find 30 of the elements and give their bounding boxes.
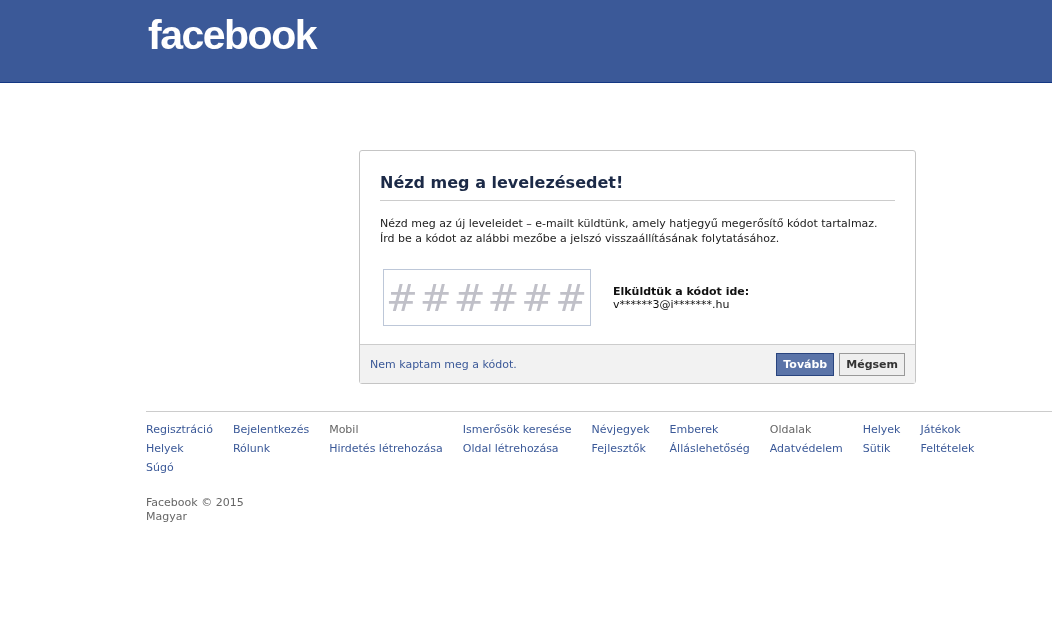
footer-link[interactable]: Hirdetés létrehozása <box>329 442 443 455</box>
dialog-title: Nézd meg a levelezésedet! <box>380 173 895 201</box>
copyright-text: Facebook © 2015 <box>146 496 245 509</box>
footer-link[interactable]: Rólunk <box>232 442 310 455</box>
footer-link[interactable]: Bejelentkezés <box>232 423 310 436</box>
code-input-field[interactable]: ###### <box>383 269 591 326</box>
footer-link[interactable]: Regisztráció <box>146 423 213 436</box>
footer-text: Mobil <box>329 423 360 436</box>
language-text: Magyar <box>146 510 188 523</box>
footer-link[interactable]: Helyek <box>146 442 213 455</box>
logo[interactable]: facebook <box>148 14 316 56</box>
continue-button[interactable]: Tovább <box>776 352 835 376</box>
footer-link[interactable]: Álláslehetőség <box>669 442 750 455</box>
footer-link[interactable]: Súgó <box>146 461 213 474</box>
footer-link[interactable]: Helyek <box>862 423 901 436</box>
footer-text: Oldalak <box>769 423 813 436</box>
resend-code-link[interactable]: Nem kaptam meg a kódot. <box>370 357 517 371</box>
sent-to-label: Elküldtük a kódot ide: <box>613 284 750 298</box>
footer-link[interactable]: Ismerősök keresése <box>462 423 572 436</box>
footer-link[interactable]: Névjegyek <box>591 423 650 436</box>
description-text: Nézd meg az új leveleidet – e-mailt küldtünk, amely hatjegyű megerősítő kódot tartalmaz. Írd be a kódot az alábbi mezőbe a jelszó visszaállításának folytatásához. <box>380 216 879 246</box>
footer-link[interactable]: Emberek <box>669 423 750 436</box>
footer-link[interactable]: Adatvédelem <box>769 442 843 455</box>
cancel-button[interactable]: Mégsem <box>839 352 905 376</box>
footer-link[interactable]: Játékok <box>920 423 975 436</box>
footer-link[interactable]: Oldal létrehozása <box>462 442 572 455</box>
footer-link[interactable]: Feltételek <box>920 442 975 455</box>
email-address: v******3@i*******.hu <box>613 297 731 311</box>
footer-link[interactable]: Sütik <box>862 442 901 455</box>
footer-link[interactable]: Fejlesztők <box>591 442 650 455</box>
